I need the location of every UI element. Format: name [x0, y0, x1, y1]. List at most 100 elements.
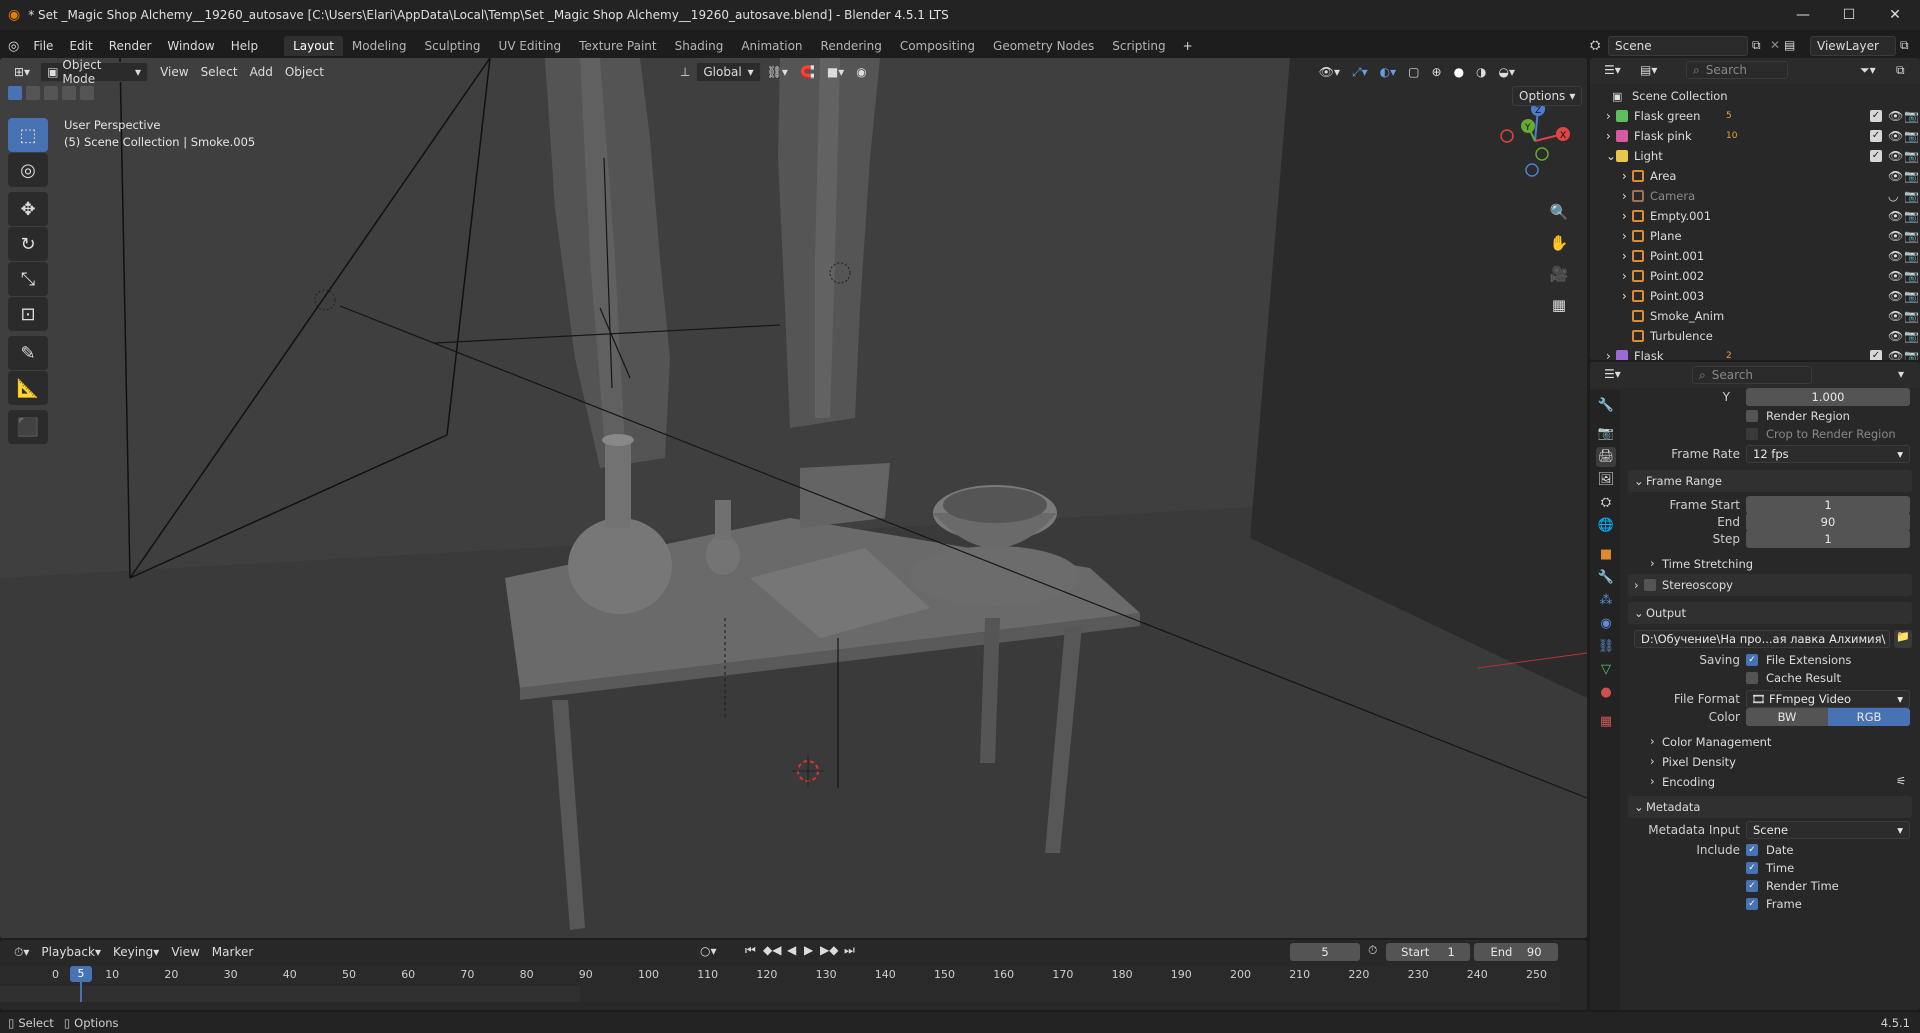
menu-edit[interactable]: Edit	[61, 36, 100, 56]
render-camera-icon[interactable]: 📷	[1904, 349, 1919, 360]
render-camera-icon[interactable]: 📷	[1904, 289, 1919, 303]
chevron-right-icon[interactable]: ›	[1622, 229, 1627, 243]
include-render-time-checkbox[interactable]: ✓	[1746, 880, 1758, 892]
texture-tab-icon[interactable]: ▦	[1596, 712, 1616, 732]
encoding-presets-icon[interactable]: ⚟	[1896, 774, 1906, 788]
measure-tool-icon[interactable]: 📐	[8, 371, 48, 405]
minimize-button[interactable]: —	[1780, 0, 1826, 30]
timeline-editor-icon[interactable]: ⏱▾	[8, 942, 35, 962]
exclude-checkbox[interactable]: ✓	[1870, 350, 1882, 360]
include-time-checkbox[interactable]: ✓	[1746, 862, 1758, 874]
shading-material-icon[interactable]: ◑	[1470, 62, 1492, 82]
chevron-down-icon[interactable]: ⌄	[1606, 149, 1616, 163]
proportional-edit-icon[interactable]: ◉	[850, 62, 872, 82]
constraints-tab-icon[interactable]: ⛓	[1596, 637, 1616, 657]
eye-icon[interactable]: 👁	[1888, 149, 1903, 163]
modifier-tab-icon[interactable]: 🔧	[1596, 568, 1616, 588]
eye-icon[interactable]: 👁	[1888, 229, 1903, 243]
display-mode-icon[interactable]: ▤▾	[1640, 63, 1657, 77]
crop-region-checkbox[interactable]	[1746, 428, 1758, 440]
chevron-right-icon[interactable]: ›	[1606, 109, 1611, 123]
xray-toggle-icon[interactable]: ▢	[1402, 62, 1425, 82]
navigation-gizmo[interactable]: X Z Y	[1490, 96, 1580, 186]
render-tab-icon[interactable]: 📷	[1596, 424, 1616, 444]
ortho-toggle-icon[interactable]: ▦	[1545, 291, 1573, 319]
gizmo-toggle-icon[interactable]: ⤢▾	[1346, 62, 1374, 82]
include-frame-checkbox[interactable]: ✓	[1746, 898, 1758, 910]
zoom-icon[interactable]: 🔍	[1545, 198, 1573, 226]
outliner-search-input[interactable]: ⌕ Search	[1686, 61, 1788, 79]
properties-editor-icon[interactable]: ☰▾	[1604, 367, 1621, 381]
outliner-row-plane[interactable]: › Plane 👁 📷	[1590, 226, 1920, 246]
menu-keying[interactable]: Keying ▾	[107, 942, 165, 962]
encoding-subpanel[interactable]: Encoding	[1662, 775, 1715, 789]
color-management-subpanel[interactable]: Color Management	[1662, 735, 1771, 749]
world-tab-icon[interactable]: 🌐	[1596, 516, 1616, 536]
menu-add[interactable]: Add	[244, 62, 279, 82]
pan-hand-icon[interactable]: ✋	[1545, 229, 1573, 257]
select-invert-icon[interactable]	[62, 86, 76, 100]
tab-rendering[interactable]: Rendering	[812, 36, 891, 56]
shading-rendered-icon[interactable]: ◒▾	[1493, 62, 1522, 82]
current-frame-field[interactable]: 5	[1290, 943, 1360, 961]
eye-icon[interactable]: 👁	[1888, 289, 1903, 303]
frame-end-field[interactable]: 90	[1746, 513, 1910, 531]
prev-keyframe-icon[interactable]: ◆◀	[763, 943, 781, 957]
pivot-icon[interactable]: ⛓▾	[761, 62, 794, 82]
metadata-panel-header[interactable]: ⌄ Metadata	[1628, 796, 1912, 818]
frame-range-panel-header[interactable]: ⌄ Frame Range	[1628, 470, 1912, 492]
outliner-row-flask[interactable]: › Flask 2 ✓ 👁 📷	[1590, 346, 1920, 360]
jump-start-icon[interactable]: ⏮	[745, 943, 756, 958]
folder-icon[interactable]: 📁	[1894, 630, 1912, 648]
frame-step-field[interactable]: 1	[1746, 530, 1910, 548]
chevron-right-icon[interactable]: ›	[1622, 289, 1627, 303]
physics-tab-icon[interactable]: ◉	[1596, 614, 1616, 634]
include-date-checkbox[interactable]: ✓	[1746, 844, 1758, 856]
scale-tool-icon[interactable]: ⤡	[8, 262, 48, 296]
chevron-right-icon[interactable]: ›	[1622, 269, 1627, 283]
eye-icon[interactable]: ◡	[1888, 189, 1898, 203]
auto-keying-icon[interactable]: ○▾	[700, 944, 717, 958]
properties-search-input[interactable]: ⌕ Search	[1692, 366, 1812, 384]
menu-object[interactable]: Object	[279, 62, 330, 82]
new-view-layer-icon[interactable]: ⧉	[1900, 38, 1909, 53]
frame-start-field[interactable]: 1	[1746, 496, 1910, 514]
tab-layout[interactable]: Layout	[284, 36, 343, 56]
render-camera-icon[interactable]: 📷	[1904, 149, 1919, 163]
stereoscopy-panel-header[interactable]: › Stereoscopy	[1628, 574, 1912, 596]
eye-icon[interactable]: 👁	[1888, 269, 1903, 283]
select-box-tool-icon[interactable]: ⬚	[8, 118, 48, 152]
visibility-icon[interactable]: 👁▾	[1313, 62, 1346, 82]
play-icon[interactable]: ▶	[804, 943, 813, 957]
select-intersect-icon[interactable]	[80, 86, 94, 100]
aspect-y-field[interactable]: 1.000	[1746, 388, 1910, 406]
cache-result-checkbox[interactable]	[1746, 672, 1758, 684]
move-tool-icon[interactable]: ✥	[8, 192, 48, 226]
menu-file[interactable]: File	[25, 36, 61, 56]
outliner-row-point-001[interactable]: › Point.001 👁 📷	[1590, 246, 1920, 266]
menu-playback[interactable]: Playback ▾	[35, 942, 107, 962]
blender-menu-icon[interactable]: ◎	[8, 39, 19, 54]
camera-view-icon[interactable]: 🎥	[1545, 260, 1573, 288]
data-tab-icon[interactable]: ▽	[1596, 660, 1616, 680]
view-layer-field[interactable]: ViewLayer	[1810, 36, 1896, 56]
filter-icon[interactable]: ⏷▾	[1860, 63, 1876, 78]
outliner-row-flask-green[interactable]: › Flask green 5 ✓ 👁 📷	[1590, 106, 1920, 126]
color-bw-button[interactable]: BW	[1746, 708, 1828, 726]
chevron-right-icon[interactable]: ›	[1622, 189, 1627, 203]
snap-icon[interactable]: 🧲	[794, 62, 821, 82]
timeline-ruler[interactable]: 0 10 20 30 40 50 60 70 80 90 100 110 120 130 140 150 160…	[0, 966, 1560, 1002]
tab-sculpting[interactable]: Sculpting	[416, 36, 490, 56]
tab-scripting[interactable]: Scripting	[1103, 36, 1174, 56]
tab-compositing[interactable]: Compositing	[891, 36, 984, 56]
render-camera-icon[interactable]: 📷	[1904, 129, 1919, 143]
transform-tool-icon[interactable]: ⊡	[8, 297, 48, 331]
start-frame-field[interactable]: Start 1	[1386, 943, 1470, 961]
pin-icon[interactable]: ▾	[1898, 367, 1904, 381]
jump-end-icon[interactable]: ⏭	[844, 943, 855, 958]
color-rgb-button[interactable]: RGB	[1828, 708, 1910, 726]
menu-timeline-view[interactable]: View	[165, 942, 205, 962]
time-stretching-subpanel[interactable]: Time Stretching	[1662, 557, 1753, 571]
add-cube-tool-icon[interactable]: ⬛	[8, 410, 48, 444]
render-camera-icon[interactable]: 📷	[1904, 209, 1919, 223]
